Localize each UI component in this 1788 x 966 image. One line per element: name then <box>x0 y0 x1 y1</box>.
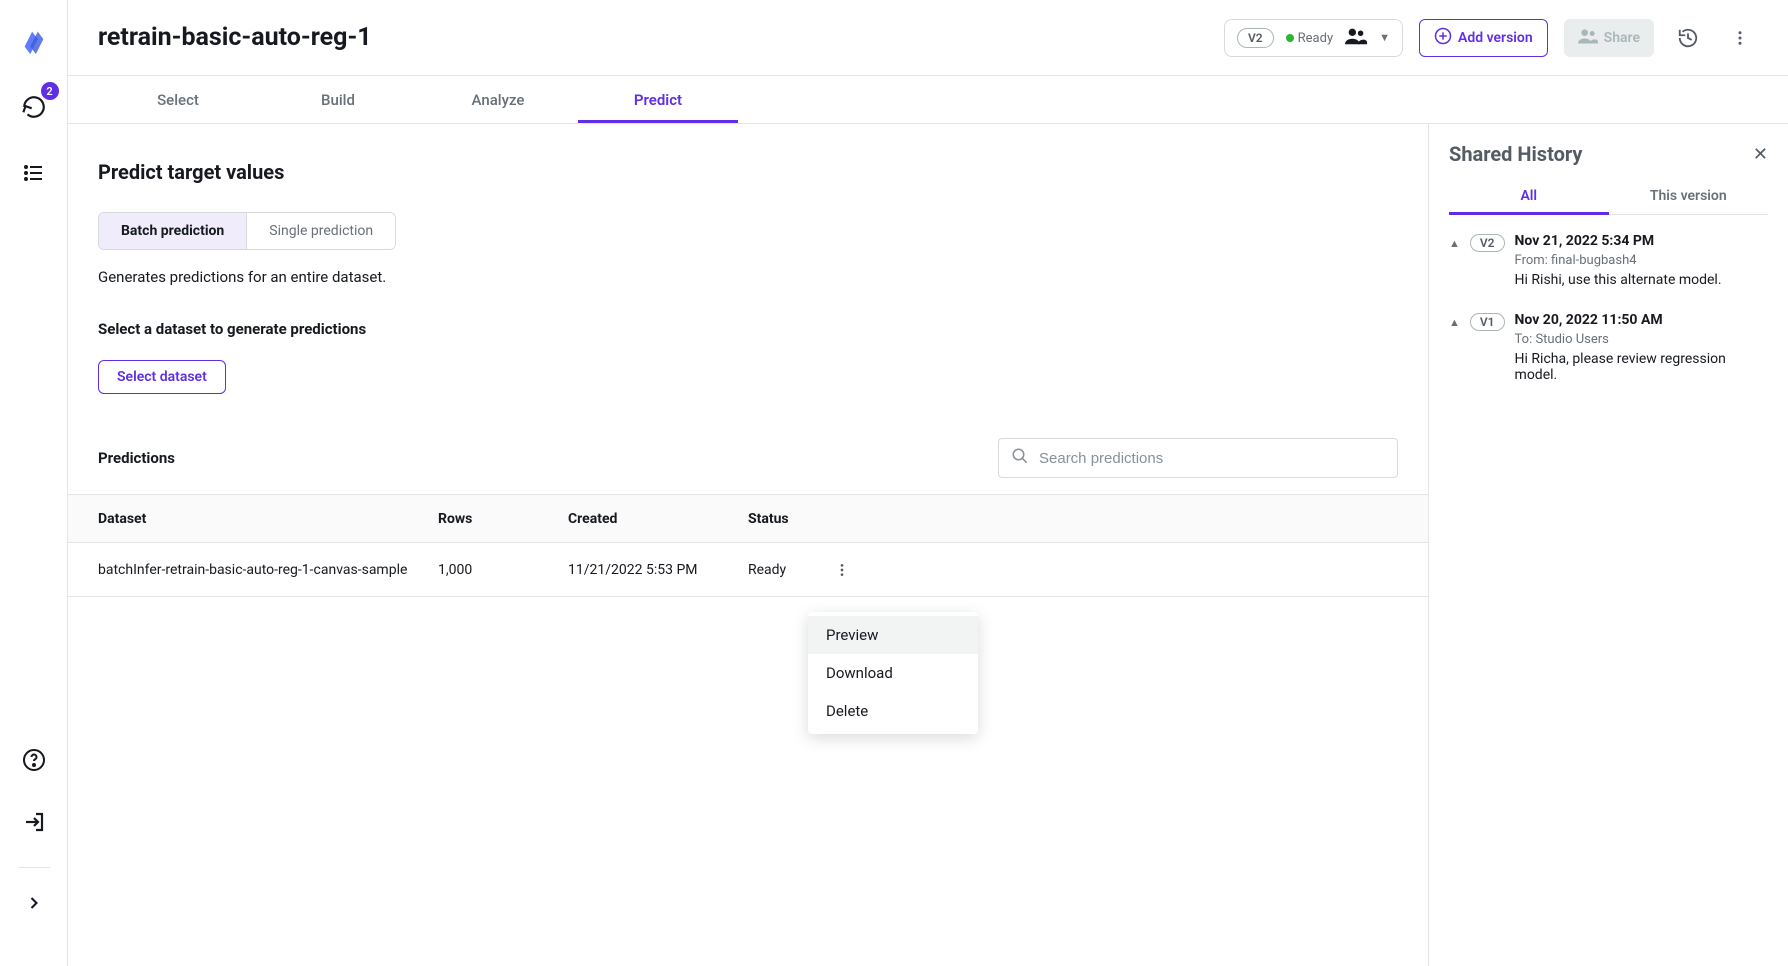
close-icon[interactable]: ✕ <box>1753 144 1768 165</box>
refresh-icon[interactable]: 2 <box>13 86 55 128</box>
history-date: Nov 21, 2022 5:34 PM <box>1515 233 1768 249</box>
search-predictions[interactable] <box>998 438 1398 478</box>
caret-up-icon[interactable]: ▲ <box>1449 316 1460 383</box>
table-header: Dataset Rows Created Status <box>68 495 1428 543</box>
history-meta: To: Studio Users <box>1515 332 1768 347</box>
version-selector[interactable]: V2 Ready ▼ <box>1224 19 1403 57</box>
history-item: ▲ V1 Nov 20, 2022 11:50 AM To: Studio Us… <box>1449 312 1768 383</box>
history-icon[interactable] <box>1670 20 1706 56</box>
help-icon[interactable] <box>13 739 55 781</box>
history-version-pill: V2 <box>1470 234 1505 252</box>
history-meta: From: final-bugbash4 <box>1515 253 1768 268</box>
main-tabs: Select Build Analyze Predict <box>68 76 1788 124</box>
share-button: Share <box>1564 19 1654 57</box>
select-dataset-button[interactable]: Select dataset <box>98 360 226 394</box>
tab-analyze[interactable]: Analyze <box>418 76 578 123</box>
history-version-pill: V1 <box>1470 313 1505 331</box>
logo-icon[interactable] <box>13 20 55 62</box>
col-rows: Rows <box>438 511 568 527</box>
shared-history-panel: Shared History ✕ All This version ▲ V2 N… <box>1428 124 1788 966</box>
expand-icon[interactable] <box>13 882 55 924</box>
menu-delete[interactable]: Delete <box>808 692 978 730</box>
header: retrain-basic-auto-reg-1 V2 Ready ▼ Add … <box>68 0 1788 76</box>
row-menu-button[interactable] <box>828 556 856 584</box>
panel-title: Shared History <box>1449 142 1582 166</box>
history-message: Hi Rishi, use this alternate model. <box>1515 272 1768 288</box>
col-dataset: Dataset <box>98 511 438 527</box>
tab-select[interactable]: Select <box>98 76 258 123</box>
batch-prediction-tab[interactable]: Batch prediction <box>99 213 247 249</box>
more-icon[interactable] <box>1722 20 1758 56</box>
tab-build[interactable]: Build <box>258 76 418 123</box>
table-row: batchInfer-retrain-basic-auto-reg-1-canv… <box>68 543 1428 597</box>
prediction-desc: Generates predictions for an entire data… <box>98 268 1398 286</box>
row-context-menu: Preview Download Delete <box>808 612 978 734</box>
col-status: Status <box>748 511 828 527</box>
search-icon <box>1011 447 1029 469</box>
page-title: retrain-basic-auto-reg-1 <box>98 23 372 52</box>
version-pill: V2 <box>1237 28 1274 48</box>
tab-all[interactable]: All <box>1449 178 1609 214</box>
people-icon <box>1578 28 1598 48</box>
cell-dataset: batchInfer-retrain-basic-auto-reg-1-canv… <box>98 562 438 578</box>
cell-rows: 1,000 <box>438 562 568 578</box>
prediction-type-toggle: Batch prediction Single prediction <box>98 212 396 250</box>
people-icon <box>1345 27 1367 49</box>
history-item: ▲ V2 Nov 21, 2022 5:34 PM From: final-bu… <box>1449 233 1768 288</box>
single-prediction-tab[interactable]: Single prediction <box>247 213 395 249</box>
search-input[interactable] <box>1039 450 1385 467</box>
select-dataset-heading: Select a dataset to generate predictions <box>98 320 1398 338</box>
menu-preview[interactable]: Preview <box>808 616 978 654</box>
notification-badge: 2 <box>41 82 59 100</box>
share-label: Share <box>1604 30 1640 46</box>
predictions-table: Dataset Rows Created Status batchInfer-r… <box>68 494 1428 597</box>
history-tabs: All This version <box>1449 178 1768 215</box>
cell-status: Ready <box>748 562 828 578</box>
list-icon[interactable] <box>13 152 55 194</box>
section-title: Predict target values <box>98 160 1398 184</box>
cell-created: 11/21/2022 5:53 PM <box>568 562 748 578</box>
main-content: Predict target values Batch prediction S… <box>68 124 1428 966</box>
tab-predict[interactable]: Predict <box>578 76 738 123</box>
plus-circle-icon <box>1434 27 1452 49</box>
left-rail: 2 <box>0 0 68 966</box>
menu-download[interactable]: Download <box>808 654 978 692</box>
exit-icon[interactable] <box>13 801 55 843</box>
chevron-down-icon: ▼ <box>1379 31 1390 44</box>
history-message: Hi Richa, please review regression model… <box>1515 351 1768 383</box>
add-version-label: Add version <box>1458 30 1533 46</box>
tab-this-version[interactable]: This version <box>1609 178 1769 214</box>
col-created: Created <box>568 511 748 527</box>
add-version-button[interactable]: Add version <box>1419 19 1548 57</box>
predictions-heading: Predictions <box>98 449 175 467</box>
caret-up-icon[interactable]: ▲ <box>1449 237 1460 288</box>
status-indicator: Ready <box>1286 30 1333 46</box>
history-date: Nov 20, 2022 11:50 AM <box>1515 312 1768 328</box>
